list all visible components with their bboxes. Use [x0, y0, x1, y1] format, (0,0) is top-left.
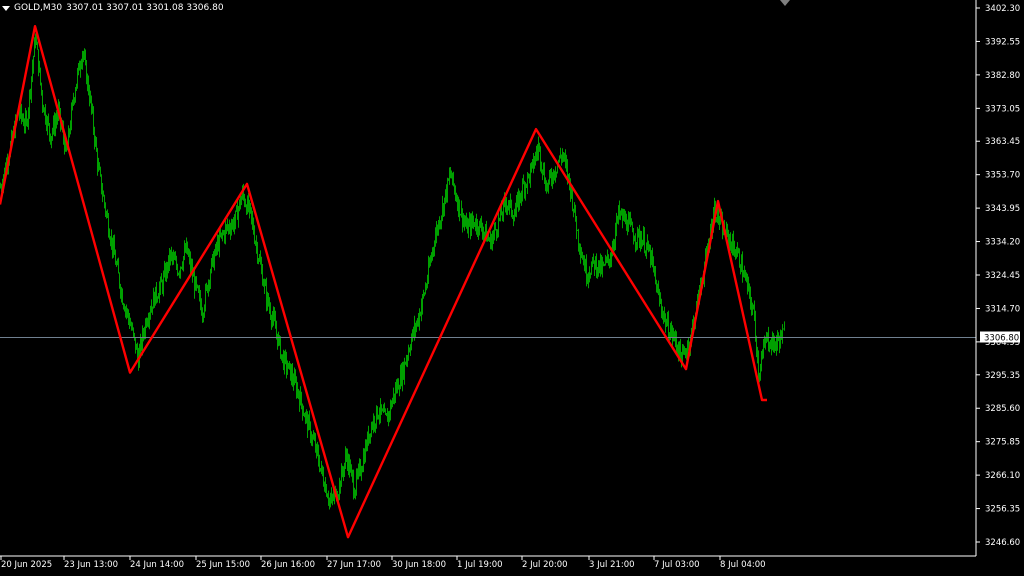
time-tick-label: 23 Jun 13:00 [64, 560, 118, 570]
price-tick-label: 3353.70 [985, 171, 1020, 181]
zigzag-indicator-line [0, 25, 767, 539]
price-tick-label: 3392.55 [985, 37, 1020, 47]
price-tick-label: 3295.35 [985, 371, 1020, 381]
time-tick-label: 26 Jun 16:00 [261, 560, 315, 570]
chart-shift-marker-icon[interactable] [780, 0, 790, 6]
price-tick-label: 3382.80 [985, 71, 1020, 81]
price-tick-label: 3343.95 [985, 204, 1020, 214]
time-tick-label: 2 Jul 20:00 [522, 560, 568, 570]
time-tick-label: 24 Jun 14:00 [130, 560, 184, 570]
price-chart[interactable]: 3402.30 3392.55 3382.80 3373.05 3363.45 3353.… [0, 0, 1024, 572]
price-tick-label: 3363.45 [985, 137, 1020, 147]
price-tick-label: 3266.10 [985, 471, 1020, 481]
time-tick-label: 3 Jul 21:00 [589, 560, 635, 570]
time-tick-label: 1 Jul 19:00 [457, 560, 503, 570]
price-tick-label: 3275.85 [985, 438, 1020, 448]
price-tick-label: 3373.05 [985, 104, 1020, 114]
ohlc-values: 3307.01 3307.01 3301.08 3306.80 [66, 3, 224, 13]
price-tick-label: 3246.60 [985, 538, 1020, 548]
current-price-badge: 3306.80 [980, 331, 1020, 344]
collapse-triangle-icon[interactable] [2, 5, 10, 11]
symbol-info-bar: GOLD,M30 3307.01 3307.01 3301.08 3306.80 [2, 2, 224, 14]
time-tick-label: 20 Jun 2025 [1, 560, 52, 570]
price-tick-label: 3285.60 [985, 404, 1020, 414]
price-tick-label: 3402.30 [985, 4, 1020, 14]
chart-window[interactable]: 3402.30 3392.55 3382.80 3373.05 3363.45 3353.… [0, 0, 1024, 572]
time-tick-label: 30 Jun 18:00 [392, 560, 446, 570]
time-tick-label: 7 Jul 03:00 [654, 560, 700, 570]
time-axis[interactable]: 20 Jun 2025 23 Jun 13:00 24 Jun 14:00 25 Ju… [0, 556, 766, 570]
time-tick-label: 27 Jun 17:00 [327, 560, 381, 570]
symbol-timeframe: GOLD,M30 [14, 3, 63, 13]
price-tick-label: 3334.20 [985, 238, 1020, 248]
time-tick-label: 8 Jul 04:00 [720, 560, 766, 570]
time-tick-label: 25 Jun 15:00 [196, 560, 250, 570]
current-price-label: 3306.80 [984, 334, 1019, 344]
price-tick-label: 3256.35 [985, 505, 1020, 515]
price-tick-label: 3324.45 [985, 271, 1020, 281]
price-tick-label: 3314.70 [985, 304, 1020, 314]
price-axis[interactable]: 3402.30 3392.55 3382.80 3373.05 3363.45 3353.… [976, 4, 1020, 548]
